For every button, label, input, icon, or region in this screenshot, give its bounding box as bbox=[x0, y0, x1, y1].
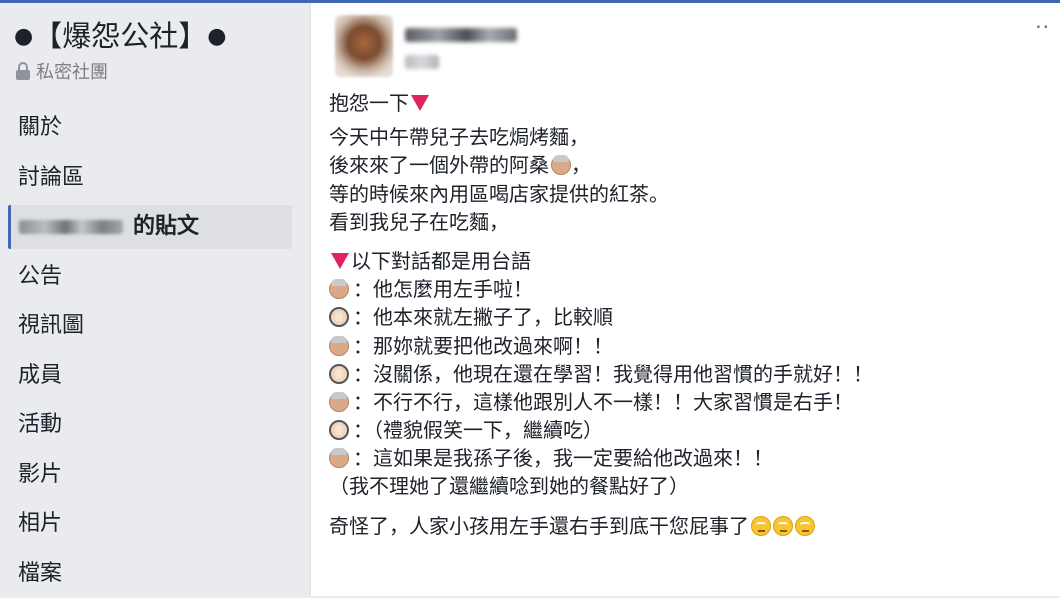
eye-roll-emoji-icon bbox=[773, 516, 793, 536]
dialogue-line: ：這如果是我孫子後，我一定要給他改過來！！ bbox=[329, 444, 1049, 472]
sidebar-item-label: 的貼文 bbox=[133, 214, 199, 239]
sidebar-item-announcements[interactable]: 公告 bbox=[0, 252, 300, 302]
sidebar-item-label: 影片 bbox=[18, 462, 62, 487]
blurred-post-timestamp[interactable] bbox=[405, 55, 439, 69]
sidebar-item-video[interactable]: 視訊圖 bbox=[0, 301, 300, 351]
sidebar-item-label: 活動 bbox=[18, 412, 62, 437]
blurred-member-name bbox=[19, 220, 123, 234]
privacy-label: 私密社團 bbox=[36, 58, 108, 84]
post-line: 抱怨一下 bbox=[329, 89, 1049, 117]
dialogue-line: ：他本來就左撇子了，比較順 bbox=[329, 303, 1049, 331]
sidebar-item-members[interactable]: 成員 bbox=[0, 351, 300, 401]
dialogue-line: ：（禮貌假笑一下，繼續吃） bbox=[329, 416, 1049, 444]
dialogue-line: ：他怎麼用左手啦！ bbox=[329, 275, 1049, 303]
post-body: 抱怨一下 今天中午帶兒子去吃焗烤麵， 後來來了一個外帶的阿桑， 等的時候來內用區… bbox=[329, 89, 1049, 540]
grandma-emoji-icon bbox=[329, 336, 349, 356]
post-line: 後來來了一個外帶的阿桑， bbox=[329, 151, 1049, 179]
grandma-emoji-icon bbox=[551, 155, 571, 175]
eye-roll-emoji-icon bbox=[795, 516, 815, 536]
sidebar-item-label: 檔案 bbox=[18, 561, 62, 586]
red-triangle-icon bbox=[411, 95, 429, 111]
mom-emoji-icon bbox=[329, 307, 349, 327]
lock-icon bbox=[16, 62, 30, 80]
sidebar-item-label: 相片 bbox=[18, 511, 62, 536]
sidebar-item-member-posts[interactable]: 的貼文 bbox=[8, 205, 292, 249]
sidebar-item-photos[interactable]: 相片 bbox=[0, 499, 300, 549]
sidebar-item-label: 討論區 bbox=[18, 165, 84, 190]
dialogue-line: ：不行不行，這樣他跟別人不一樣！！大家習慣是右手！ bbox=[329, 388, 1049, 416]
group-title-text: 【爆怨公社】 bbox=[33, 19, 207, 53]
sidebar-item-label: 視訊圖 bbox=[18, 313, 84, 338]
sidebar-item-label: 公告 bbox=[18, 264, 62, 289]
sidebar-item-videos[interactable]: 影片 bbox=[0, 450, 300, 500]
blurred-poster-name[interactable] bbox=[405, 28, 517, 42]
avatar[interactable] bbox=[335, 15, 393, 77]
sidebar-item-files[interactable]: 檔案 bbox=[0, 549, 300, 598]
grandma-emoji-icon bbox=[329, 448, 349, 468]
red-triangle-icon bbox=[331, 253, 349, 269]
post-card: ·· 抱怨一下 今天中午帶兒子去吃焗烤麵， 後來來了一個外帶的阿桑， 等的時候來… bbox=[310, 3, 1060, 596]
group-privacy: 私密社團 bbox=[16, 58, 108, 84]
bullet-icon: ● bbox=[14, 24, 33, 49]
sidebar-item-about[interactable]: 關於 bbox=[0, 103, 300, 153]
sidebar-item-label: 關於 bbox=[18, 115, 62, 140]
sidebar-item-discussion[interactable]: 討論區 bbox=[0, 153, 300, 203]
dialogue-line: ：那妳就要把他改過來啊！！ bbox=[329, 332, 1049, 360]
grandma-emoji-icon bbox=[329, 279, 349, 299]
group-sidebar: ●【爆怨公社】● 私密社團 關於 討論區 的貼文 公告 視訊圖 成員 活動 影片… bbox=[0, 3, 300, 596]
post-line: （我不理她了還繼續唸到她的餐點好了） bbox=[329, 472, 1049, 500]
mom-emoji-icon bbox=[329, 420, 349, 440]
post-line: 等的時候來內用區喝店家提供的紅茶。 bbox=[329, 180, 1049, 208]
post-line: 以下對話都是用台語 bbox=[329, 247, 1049, 275]
group-title[interactable]: ●【爆怨公社】● bbox=[14, 13, 226, 55]
group-nav: 關於 討論區 的貼文 公告 視訊圖 成員 活動 影片 相片 檔案 bbox=[0, 103, 300, 598]
grandma-emoji-icon bbox=[329, 392, 349, 412]
sidebar-item-events[interactable]: 活動 bbox=[0, 400, 300, 450]
more-options-icon[interactable]: ·· bbox=[1035, 17, 1050, 37]
post-line: 奇怪了，人家小孩用左手還右手到底干您屁事了 bbox=[329, 512, 1049, 540]
mom-emoji-icon bbox=[329, 364, 349, 384]
post-line: 今天中午帶兒子去吃焗烤麵， bbox=[329, 123, 1049, 151]
bullet-icon: ● bbox=[207, 24, 226, 49]
dialogue-line: ：沒關係，他現在還在學習！我覺得用他習慣的手就好！！ bbox=[329, 360, 1049, 388]
post-line: 看到我兒子在吃麵， bbox=[329, 208, 1049, 236]
sidebar-item-label: 成員 bbox=[18, 363, 62, 388]
eye-roll-emoji-icon bbox=[751, 516, 771, 536]
